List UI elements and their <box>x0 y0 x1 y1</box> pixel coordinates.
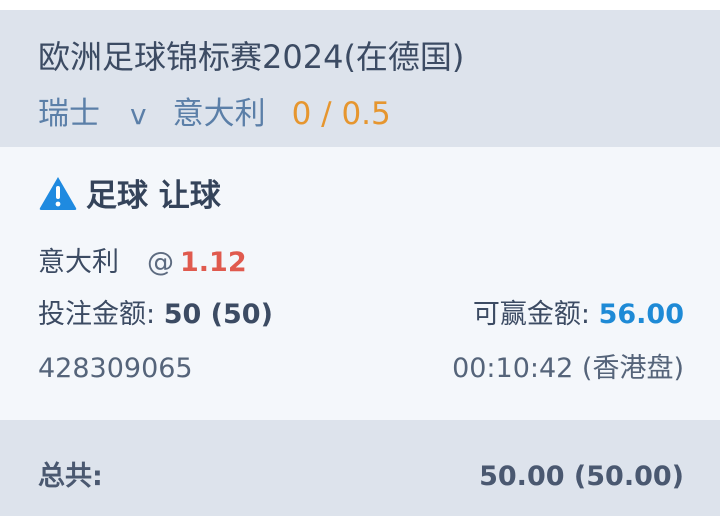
bet-slip: 欧洲足球锦标赛2024(在德国) 瑞士 v 意大利 0 / 0.5 足球 让球 意大利… <box>0 0 720 516</box>
time-market: 00:10:42 (香港盘) <box>452 353 684 384</box>
match-line: 瑞士 v 意大利 0 / 0.5 <box>38 88 391 133</box>
home-team: 瑞士 <box>38 96 100 132</box>
selection-team: 意大利 <box>38 247 119 278</box>
total-row: 总共: 50.00 (50.00) <box>38 454 684 493</box>
warning-triangle-icon <box>39 176 77 210</box>
stake-value: 50 (50) <box>163 299 273 330</box>
bet-type-heading: 足球 让球 <box>38 170 221 215</box>
away-team: 意大利 <box>172 96 266 132</box>
top-divider <box>0 0 720 10</box>
ticket-id: 428309065 <box>38 353 193 384</box>
total-label: 总共: <box>38 461 103 492</box>
selection-row: 意大利 @1.12 <box>38 240 684 279</box>
total-value: 50.00 (50.00) <box>479 461 684 492</box>
versus-label: v <box>130 98 147 131</box>
win-label: 可赢金额: <box>472 299 590 330</box>
bet-type-label: 足球 让球 <box>86 178 221 214</box>
event-title: 欧洲足球锦标赛2024(在德国) <box>38 38 465 76</box>
stake-label: 投注金额: <box>38 299 156 330</box>
handicap-line: 0 / 0.5 <box>291 96 391 132</box>
amount-row: 投注金额: 50 (50) 可赢金额: 56.00 <box>38 292 684 331</box>
odds-value: 1.12 <box>180 247 247 278</box>
at-symbol: @ <box>147 247 174 278</box>
ticket-row: 428309065 00:10:42 (香港盘) <box>38 346 684 385</box>
win-value: 56.00 <box>598 299 684 330</box>
